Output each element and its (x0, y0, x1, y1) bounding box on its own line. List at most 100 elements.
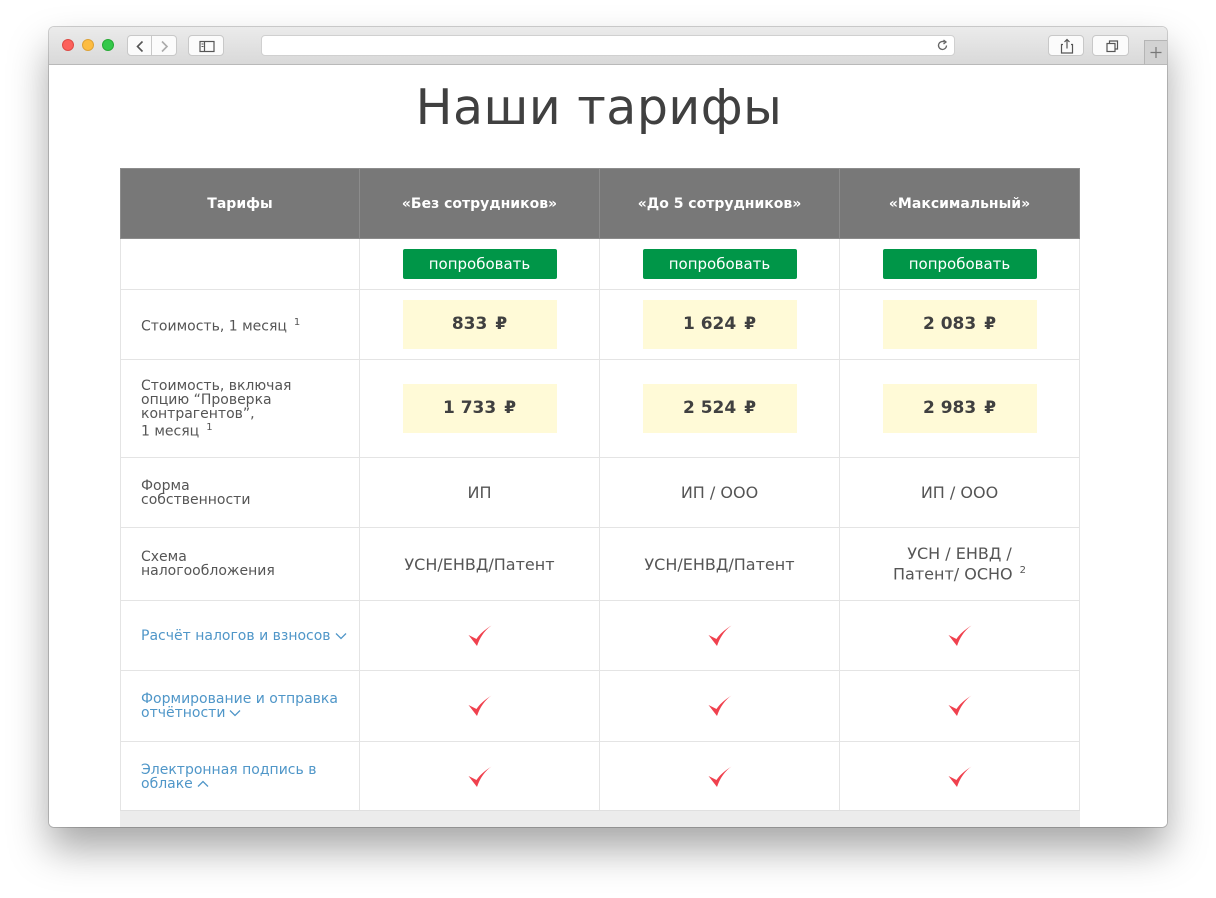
row-label-taxes-calc[interactable]: Расчёт налогов и взносов (120, 600, 360, 671)
forward-button[interactable] (152, 35, 177, 56)
row-label-cost-with-check: Стоимость, включая опцию “Проверка контраг… (120, 359, 360, 458)
row-label-reports[interactable]: Формирование и отправка отчётности (120, 670, 360, 742)
try-cell: попробовать (839, 238, 1080, 290)
label-text[interactable]: Расчёт налогов и взносов (141, 628, 331, 644)
label-line: 1 месяц (141, 423, 200, 440)
tax-scheme-line: Патент/ ОСНО (892, 564, 1013, 584)
feature-cell (599, 670, 840, 742)
try-button-no-employees[interactable]: попробовать (402, 249, 557, 279)
price-value: 2 083 (922, 314, 977, 334)
label-line: контрагентов”, (141, 405, 255, 422)
show-tabs-button[interactable] (1092, 35, 1129, 56)
back-button[interactable] (127, 35, 152, 56)
tariffs-table: Тарифы «Без сотрудников» «До 5 сотрудник… (120, 168, 1080, 813)
price-badge: 833 ₽ (402, 300, 557, 349)
header-tariffs: Тарифы (120, 168, 360, 239)
table-row: Расчёт налогов и взносов (120, 600, 1080, 671)
row-label-tax-scheme: Схема налогообложения (120, 527, 360, 601)
ruble-sign: ₽ (495, 314, 508, 334)
row-label-cost-month: Стоимость, 1 месяц 1 (120, 289, 360, 360)
share-icon (1060, 38, 1074, 54)
footnote-marker: 1 (293, 316, 301, 328)
try-cell: попробовать (359, 238, 600, 290)
chevron-up-icon[interactable] (197, 780, 209, 788)
feature-cell (359, 670, 600, 742)
checkmark-icon (468, 625, 491, 646)
sidebar-toggle-button[interactable] (188, 35, 224, 56)
label-line: налогообложения (141, 563, 275, 579)
price-value: 1 733 (442, 398, 497, 418)
checkmark-icon (708, 625, 731, 646)
price-cell: 2 983 ₽ (839, 359, 1080, 458)
feature-cell (839, 600, 1080, 671)
feature-cell (839, 670, 1080, 742)
tax-scheme-value: УСН / ЕНВД / Патент/ ОСНО 2 (839, 527, 1080, 601)
header-no-employees: «Без сотрудников» (359, 168, 600, 239)
table-header-row: Тарифы «Без сотрудников» «До 5 сотрудник… (120, 168, 1080, 239)
price-cell: 833 ₽ (359, 289, 600, 360)
try-cell: попробовать (599, 238, 840, 290)
ruble-sign: ₽ (504, 398, 517, 418)
tabs-icon (1106, 40, 1119, 53)
price-cell: 2 524 ₽ (599, 359, 840, 458)
checkmark-icon (948, 766, 971, 787)
page-content: Наши тарифы Тарифы «Без сотрудников» «До… (49, 65, 1167, 827)
share-button[interactable] (1048, 35, 1084, 56)
price-value: 2 983 (922, 398, 977, 418)
footnote-marker: 2 (1019, 565, 1027, 577)
checkmark-icon (708, 695, 731, 716)
label-line[interactable]: облаке (141, 776, 193, 792)
empty-cell (120, 238, 360, 290)
address-bar[interactable] (261, 35, 955, 56)
zoom-window-button[interactable] (102, 39, 114, 51)
ownership-value: ИП / ООО (839, 457, 1080, 528)
label-text: Стоимость, 1 месяц (141, 318, 287, 335)
ruble-sign: ₽ (984, 398, 997, 418)
minimize-window-button[interactable] (82, 39, 94, 51)
ruble-sign: ₽ (984, 314, 997, 334)
plus-icon (1150, 47, 1162, 58)
chevron-down-icon[interactable] (229, 709, 241, 717)
checkmark-icon (948, 625, 971, 646)
row-label-signature[interactable]: Электронная подпись в облаке (120, 741, 360, 813)
price-cell: 1 733 ₽ (359, 359, 600, 458)
table-row: Форма собственности ИП ИП / ООО ИП / ООО (120, 457, 1080, 528)
price-badge: 1 624 ₽ (642, 300, 797, 349)
checkmark-icon (468, 695, 491, 716)
price-badge: 2 083 ₽ (882, 300, 1037, 349)
header-up-to-5-employees: «До 5 сотрудников» (599, 168, 840, 239)
new-tab-button[interactable] (1144, 40, 1167, 64)
try-button-maximum[interactable]: попробовать (882, 249, 1037, 279)
browser-window: Наши тарифы Тарифы «Без сотрудников» «До… (49, 27, 1167, 827)
reload-icon[interactable] (936, 39, 949, 52)
table-row: Стоимость, включая опцию “Проверка контраг… (120, 359, 1080, 458)
header-maximum: «Максимальный» (839, 168, 1080, 239)
close-window-button[interactable] (62, 39, 74, 51)
price-value: 1 624 (682, 314, 737, 334)
ownership-value: ИП / ООО (599, 457, 840, 528)
price-badge: 1 733 ₽ (402, 384, 557, 433)
feature-cell (839, 741, 1080, 813)
ruble-sign: ₽ (744, 398, 757, 418)
label-line[interactable]: отчётности (141, 705, 225, 721)
table-row: Схема налогообложения УСН/ЕНВД/Патент УСН… (120, 527, 1080, 601)
table-row: Стоимость, 1 месяц 1 833 ₽ 1 624 ₽ 2 083 ₽ (120, 289, 1080, 360)
table-footer-strip (120, 810, 1080, 827)
table-row: попробовать попробовать попробовать (120, 238, 1080, 290)
tax-scheme-value: УСН/ЕНВД/Патент (599, 527, 840, 601)
ownership-value: ИП (359, 457, 600, 528)
feature-cell (599, 741, 840, 813)
sidebar-icon (199, 40, 215, 53)
price-cell: 1 624 ₽ (599, 289, 840, 360)
ruble-sign: ₽ (744, 314, 757, 334)
chevron-right-icon (161, 40, 169, 53)
chevron-down-icon[interactable] (335, 632, 347, 640)
price-badge: 2 983 ₽ (882, 384, 1037, 433)
try-button-up-to-5[interactable]: попробовать (642, 249, 797, 279)
tax-scheme-value: УСН/ЕНВД/Патент (359, 527, 600, 601)
tax-scheme-line: УСН / ЕНВД / (907, 544, 1012, 564)
price-value: 2 524 (682, 398, 737, 418)
browser-toolbar (49, 27, 1167, 65)
chevron-left-icon (136, 40, 144, 53)
checkmark-icon (468, 766, 491, 787)
